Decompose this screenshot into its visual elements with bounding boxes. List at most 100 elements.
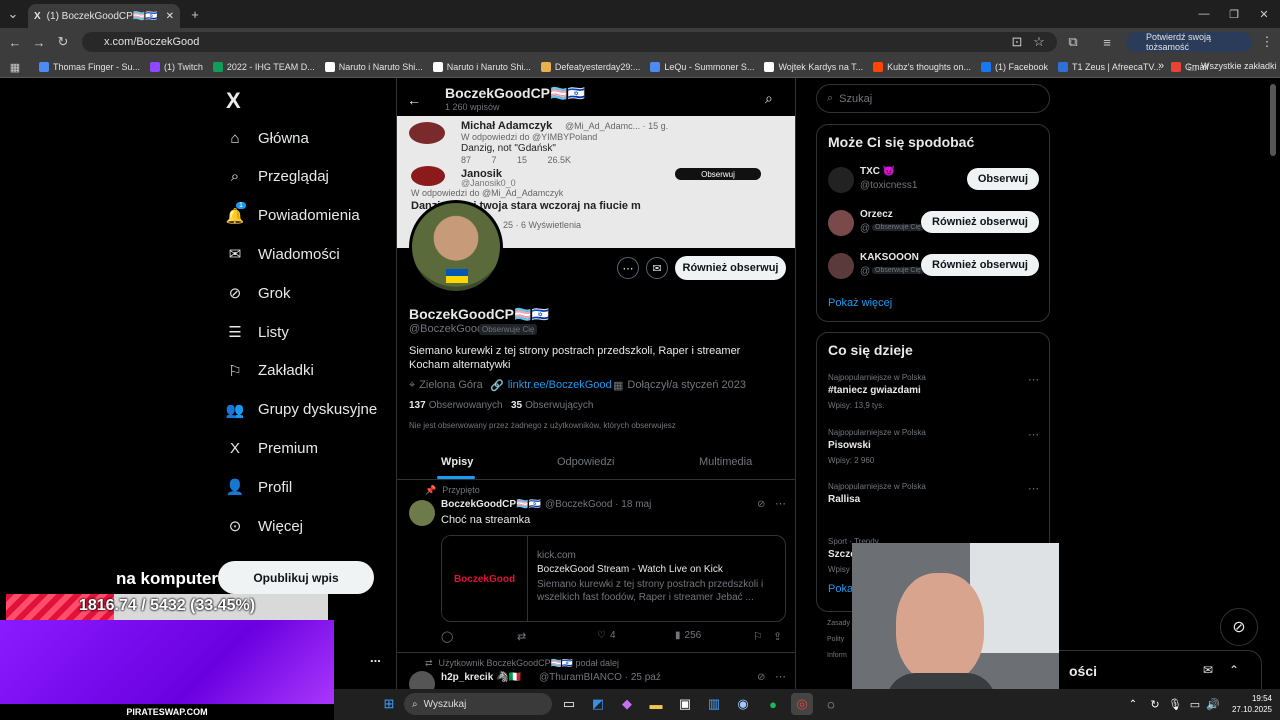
clock[interactable]: 19:54 27.10.2025	[1226, 693, 1272, 715]
all-bookmarks[interactable]: 🗀 Wszystkie zakładki	[1188, 61, 1277, 77]
star-icon[interactable]: ☆	[1030, 33, 1048, 51]
grok-icon-2[interactable]: ⊘	[757, 672, 765, 683]
follow-button[interactable]: Również obserwuj	[921, 254, 1039, 276]
repost-icon[interactable]: ⇄	[517, 630, 526, 643]
trend-more-icon[interactable]: ⋯	[1028, 482, 1039, 495]
tweet2-more-icon[interactable]: ⋯	[775, 670, 786, 683]
verify-identity-button[interactable]: Potwierdź swoją tożsamość	[1126, 32, 1252, 52]
mic-icon[interactable]: 🎙	[1164, 693, 1186, 715]
browser-tab[interactable]: X (1) BoczekGoodCP🏳️‍⚧️🇮🇱 (@Boc ✕	[28, 4, 180, 28]
outlook-icon[interactable]: ◩	[587, 693, 609, 715]
suggestion-avatar[interactable]	[828, 167, 854, 193]
tweet-avatar[interactable]	[409, 500, 435, 526]
like-button[interactable]: ♡ 4	[597, 630, 616, 641]
extensions-icon[interactable]: ⧉	[1064, 33, 1082, 51]
nav-item-x[interactable]: X Premium	[226, 429, 318, 467]
tab-media[interactable]: Multimedia	[699, 456, 752, 468]
suggestion-avatar[interactable]	[828, 210, 854, 236]
start-icon[interactable]: ⊞	[378, 693, 400, 715]
profile-search-icon[interactable]: ⌕	[765, 90, 773, 107]
nav-item-people[interactable]: 👥 Grupy dyskusyjne	[226, 391, 378, 429]
follow-button[interactable]: Obserwuj	[966, 168, 1039, 190]
messages-drawer[interactable]: ości ✉ ⌃	[1040, 650, 1262, 690]
menu-icon[interactable]: ⋮	[1258, 33, 1276, 51]
apps-grid-icon[interactable]: ▦	[6, 58, 24, 76]
back-arrow-icon[interactable]: ←	[407, 92, 421, 108]
bookmark-item[interactable]: Naruto i Naruto Shi...	[428, 62, 536, 72]
tab-search-icon[interactable]: ⌄	[4, 5, 22, 23]
page-scrollbar[interactable]	[1270, 84, 1276, 156]
tray-sync-icon[interactable]: ↻	[1144, 693, 1166, 715]
suggestion-row[interactable]: KAKSOOON @ Obserwuje Cię Również obserwuj	[817, 251, 1049, 291]
more-options-icon[interactable]: ⋯	[617, 257, 639, 279]
grok-float-icon[interactable]: ⊘	[1220, 608, 1258, 646]
suggestion-name[interactable]: TXC 😈	[860, 166, 895, 177]
tab-posts[interactable]: Wpisy	[441, 456, 473, 468]
follow-back-button[interactable]: Również obserwuj	[675, 256, 786, 280]
app-icon[interactable]: ▥	[703, 693, 725, 715]
bookmark-item[interactable]: Naruto i Naruto Shi...	[320, 62, 428, 72]
app2-icon[interactable]: ◌	[820, 693, 842, 715]
following-link[interactable]: 137 Obserwowanych	[409, 400, 503, 411]
bookmark-item[interactable]: Thomas Finger - Su...	[34, 62, 145, 72]
trend-item[interactable]: Najpopularniejsze w Polska Pisowski Wpisy:…	[817, 428, 1049, 478]
nav-item-envelope[interactable]: ✉ Wiadomości	[226, 235, 340, 273]
reload-icon[interactable]: ↻	[54, 33, 72, 51]
link-text[interactable]: linktr.ee/BoczekGood	[508, 379, 612, 392]
forward-icon[interactable]: →	[30, 33, 48, 51]
suggestion-name[interactable]: KAKSOOON	[860, 252, 919, 263]
footer-link-1[interactable]: Zasady	[827, 620, 850, 627]
nav-item-list[interactable]: ☰ Listy	[226, 313, 289, 351]
bookmark-item[interactable]: Wojtek Kardys na T...	[759, 62, 868, 72]
bookmark-item[interactable]: Defeatyesterday29:...	[536, 62, 646, 72]
volume-icon[interactable]: 🔊	[1202, 693, 1224, 715]
post-button[interactable]: Opublikuj wpis	[218, 561, 374, 594]
link-card[interactable]: BoczekGood kick.com BoczekGood Stream - …	[441, 535, 786, 622]
bookmark-item[interactable]: LeQu - Summoner S...	[645, 62, 759, 72]
tab-replies[interactable]: Odpowiedzi	[557, 456, 614, 468]
share-icon[interactable]: ⇪	[773, 630, 782, 643]
new-message-icon[interactable]: ✉	[1203, 663, 1213, 677]
trend-item[interactable]: Najpopularniejsze w Polska Rallisa ⋯	[817, 482, 1049, 532]
taskbar-search[interactable]: ⌕ Wyszukaj	[404, 693, 552, 715]
footer-link-2[interactable]: Polity	[827, 636, 844, 643]
close-tab-icon[interactable]: ✕	[166, 11, 174, 22]
steam-icon[interactable]: ◉	[732, 693, 754, 715]
bookmark-item[interactable]: (1) Twitch	[145, 62, 208, 72]
tweet2-author[interactable]: h2p_krecik 🦓🇮🇹	[441, 672, 521, 683]
nav-item-search[interactable]: ⌕ Przeglądaj	[226, 158, 329, 196]
suggestion-name[interactable]: Orzecz	[860, 209, 893, 220]
follow-button[interactable]: Również obserwuj	[921, 211, 1039, 233]
search-box[interactable]: ⌕ Szukaj	[816, 84, 1050, 113]
chrome-icon[interactable]: ◎	[791, 693, 813, 715]
trend-more-icon[interactable]: ⋯	[1028, 373, 1039, 386]
suggestion-avatar[interactable]	[828, 253, 854, 279]
profile-link[interactable]: 🔗 linktr.ee/BoczekGood	[490, 379, 612, 392]
install-app-icon[interactable]: ⊡	[1008, 33, 1026, 51]
bookmark-item[interactable]: T1 Zeus | AfreecaTV...	[1053, 62, 1166, 72]
copilot-icon[interactable]: ◆	[616, 693, 638, 715]
back-icon[interactable]: ←	[6, 33, 24, 51]
spotify-icon[interactable]: ●	[762, 693, 784, 715]
bookmark-item[interactable]: (1) Facebook	[976, 62, 1053, 72]
minimize-icon[interactable]: —	[1194, 4, 1214, 24]
nav-item-home[interactable]: ⌂ Główna	[226, 119, 308, 157]
trend-item[interactable]: Najpopularniejsze w Polska #taniecz gwiaz…	[817, 373, 1049, 423]
suggestion-row[interactable]: Orzecz @ Obserwuje Cię Również obserwuj	[817, 208, 1049, 248]
task-view-icon[interactable]: ▭	[558, 693, 580, 715]
followers-link[interactable]: 35 Obserwujących	[511, 400, 593, 411]
footer-link-3[interactable]: Inform	[827, 652, 847, 659]
grok-icon[interactable]: ⊘	[757, 499, 765, 510]
file-explorer-icon[interactable]: ▬	[645, 693, 667, 715]
message-icon[interactable]: ✉	[646, 257, 668, 279]
more-bookmarks-icon[interactable]: »	[1158, 60, 1164, 72]
reading-list-icon[interactable]: ≡	[1098, 33, 1116, 51]
close-window-icon[interactable]: ✕	[1254, 4, 1274, 24]
profile-avatar[interactable]	[409, 200, 503, 294]
expand-icon[interactable]: ⌃	[1229, 663, 1239, 677]
reply-icon[interactable]: ◯	[441, 630, 453, 643]
nav-item-grok[interactable]: ⊘ Grok	[226, 274, 291, 312]
nav-item-bookmark[interactable]: ⚐ Zakładki	[226, 352, 314, 390]
bookmark-tweet-icon[interactable]: ⚐	[753, 630, 763, 643]
views-button[interactable]: ▮ 256	[675, 630, 701, 641]
